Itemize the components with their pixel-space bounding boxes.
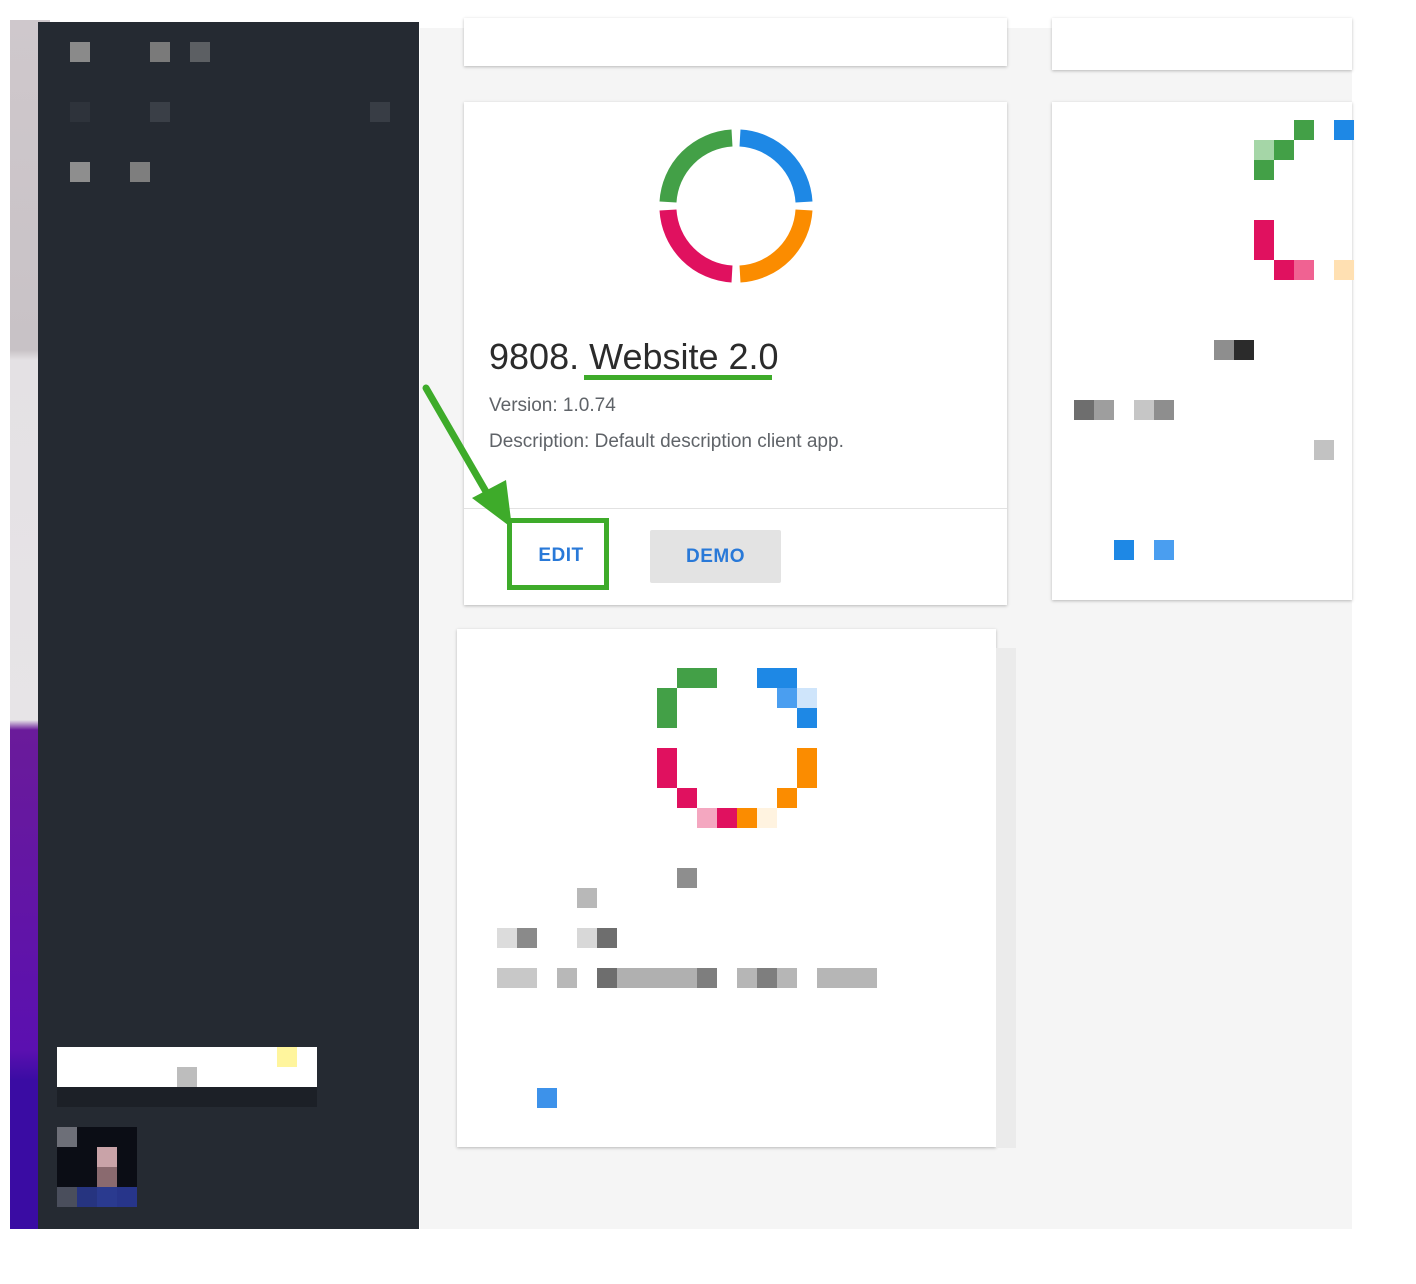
card-pixel xyxy=(1274,140,1294,160)
sidebar-pixel xyxy=(130,162,150,182)
sidebar-pixel xyxy=(190,42,210,62)
card-pixel xyxy=(517,928,537,948)
avatar-pixel xyxy=(97,1147,117,1167)
card-pixel xyxy=(657,688,677,708)
card-pixel xyxy=(777,788,797,808)
avatar-pixel xyxy=(57,1187,77,1207)
sidebar-pixel xyxy=(70,162,90,182)
card-pixel xyxy=(677,788,697,808)
card-pixel xyxy=(677,668,717,688)
demo-button[interactable]: DEMO xyxy=(650,530,781,583)
card-pixel xyxy=(1154,400,1174,420)
app-card-top-left xyxy=(464,18,1007,66)
app-number: 9808. xyxy=(489,336,580,377)
card-pixel xyxy=(1254,140,1274,160)
field-pixel xyxy=(177,1067,197,1087)
card-pixel xyxy=(737,808,757,828)
card-pixel xyxy=(797,688,817,708)
sidebar-pixel xyxy=(150,102,170,122)
title-underline-annotation xyxy=(584,375,772,380)
card-pixel xyxy=(1294,260,1314,280)
card-pixel xyxy=(717,808,737,828)
card-pixel xyxy=(1334,260,1354,280)
card-pixel xyxy=(757,808,777,828)
card-pixel xyxy=(1274,260,1294,280)
sidebar-pixel xyxy=(70,102,90,122)
card-pixel xyxy=(697,968,717,988)
avatar-pixel xyxy=(97,1187,117,1207)
app-card-right xyxy=(1052,102,1354,600)
sidebar xyxy=(38,22,419,1229)
app-name: Website 2.0 xyxy=(589,336,779,377)
card-pixel xyxy=(1234,340,1254,360)
sidebar-field-shadow xyxy=(57,1087,317,1107)
card-pixel xyxy=(1294,120,1314,140)
edit-highlight-box xyxy=(507,518,609,590)
app-card-bottom xyxy=(457,629,996,1147)
card-pixel xyxy=(1094,400,1114,420)
card-divider xyxy=(464,508,1007,509)
card-pixel xyxy=(817,968,877,988)
card-pixel xyxy=(537,1088,557,1108)
card-pixel xyxy=(597,968,617,988)
sidebar-field[interactable] xyxy=(57,1047,317,1087)
card-pixel xyxy=(657,748,677,788)
card-pixel xyxy=(757,668,797,688)
card-pixel xyxy=(577,888,597,908)
field-pixel xyxy=(277,1047,297,1067)
card-pixel xyxy=(577,928,597,948)
card-pixel xyxy=(757,968,777,988)
avatar-pixel xyxy=(77,1187,97,1207)
avatar-pixel xyxy=(117,1187,137,1207)
card-pixel xyxy=(1114,540,1134,560)
app-card-top-right xyxy=(1052,18,1352,70)
card-pixel xyxy=(797,748,817,788)
card-pixel xyxy=(777,688,797,708)
arrow-icon xyxy=(422,384,512,528)
card-pixel xyxy=(657,708,677,728)
card-pixel xyxy=(497,968,537,988)
card-pixel xyxy=(1254,240,1274,260)
card-pixel xyxy=(1134,400,1154,420)
avatar-pixel xyxy=(97,1167,117,1187)
card-pixel xyxy=(1154,540,1174,560)
card-pixel xyxy=(697,808,717,828)
card-pixel xyxy=(1314,440,1334,460)
sidebar-pixel xyxy=(150,42,170,62)
card-pixel xyxy=(1254,220,1274,240)
card-pixel xyxy=(1334,120,1354,140)
card-pixel xyxy=(677,868,697,888)
card-pixel xyxy=(557,968,577,988)
sidebar-pixel xyxy=(370,102,390,122)
card-pixel xyxy=(1214,340,1234,360)
avatar-pixel xyxy=(57,1127,77,1147)
sidebar-pixel xyxy=(70,42,90,62)
card-pixel xyxy=(797,708,817,728)
card-pixel xyxy=(1074,400,1094,420)
card-pixel xyxy=(597,928,617,948)
segmented-ring-icon xyxy=(659,129,813,283)
main-content: 9808. Website 2.0 Version: 1.0.74 Descri… xyxy=(420,18,1354,1229)
card-pixel xyxy=(1254,160,1274,180)
avatar[interactable] xyxy=(57,1127,137,1207)
card-pixel xyxy=(497,928,517,948)
app-title: 9808. Website 2.0 xyxy=(489,336,779,378)
app-description: Description: Default description client … xyxy=(489,431,844,452)
scrollbar-track[interactable] xyxy=(996,648,1016,1148)
